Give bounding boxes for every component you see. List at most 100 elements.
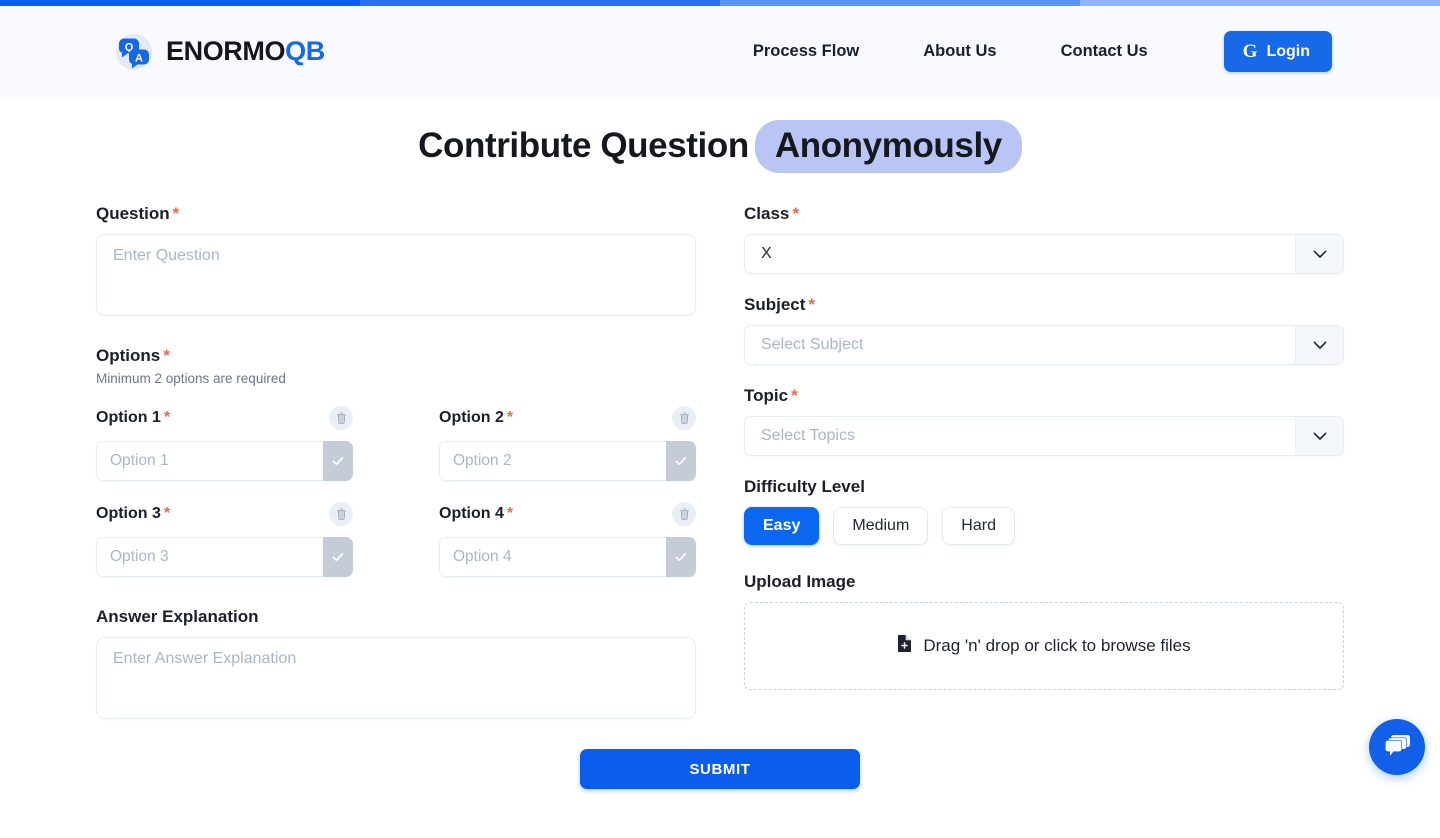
svg-text:A: A [135, 52, 143, 64]
option-3-label-text: Option 3 [96, 505, 161, 522]
trash-icon [336, 412, 346, 424]
difficulty-level-group: Easy Medium Hard [744, 507, 1344, 545]
trash-icon [679, 412, 689, 424]
topic-select-value[interactable]: Select Topics [745, 417, 1295, 455]
question-label: Question * [96, 205, 696, 222]
difficulty-button-hard[interactable]: Hard [942, 507, 1015, 545]
option-2-delete-button[interactable] [672, 406, 696, 430]
subject-label: Subject * [744, 296, 1344, 313]
option-4-correct-toggle[interactable] [666, 537, 696, 577]
option-cell-3: Option 3 * [96, 502, 353, 577]
option-4-required-mark: * [506, 505, 514, 522]
option-2-label-text: Option 2 [439, 409, 504, 426]
option-1-correct-toggle[interactable] [323, 441, 353, 481]
option-2-input[interactable] [439, 441, 666, 481]
page-title-highlight: Anonymously [754, 120, 1022, 173]
login-button-label: Login [1266, 42, 1310, 60]
page-title-plain: Contribute Question [418, 126, 749, 165]
options-min-note: Minimum 2 options are required [96, 371, 286, 386]
check-icon [675, 457, 687, 466]
option-4-label-text: Option 4 [439, 505, 504, 522]
option-cell-2: Option 2 * [439, 406, 696, 481]
brand-wordmark: ENORMOQB [166, 38, 325, 65]
options-grid: Option 1 * Option 1 Option 2 * Option 2 … [96, 406, 696, 577]
options-section-label: Options * [96, 347, 696, 364]
topic-label-text: Topic [744, 386, 789, 405]
image-dropzone[interactable]: Drag 'n' drop or click to browse files [744, 602, 1344, 690]
option-4-label: Option 4 * [439, 505, 513, 523]
class-label: Class * [744, 205, 1344, 222]
form-column-right: Class * X Subject * Select Subject Topic * … [744, 205, 1344, 690]
submit-button[interactable]: SUBMIT [580, 749, 860, 789]
option-1-label: Option 1 * [96, 409, 170, 427]
login-button[interactable]: G Login [1223, 31, 1332, 72]
file-add-icon [897, 634, 912, 658]
option-2-input-group [439, 441, 696, 481]
class-required-mark: * [792, 204, 799, 223]
difficulty-button-medium[interactable]: Medium [833, 507, 929, 545]
form-column-left: Question* Options* Minimum 2 options are… [96, 205, 696, 724]
question-input[interactable] [96, 234, 696, 316]
option-3-input-group [96, 537, 353, 577]
class-select-caret[interactable] [1295, 235, 1343, 273]
brand-name-accent: QB [285, 36, 325, 66]
chevron-down-icon [1313, 250, 1326, 258]
option-1-label-text: Option 1 [96, 409, 161, 426]
option-3-label: Option 3 * [96, 505, 170, 523]
topic-label: Topic * [744, 387, 1344, 404]
dropzone-text: Drag 'n' drop or click to browse files [923, 636, 1191, 655]
page-title: Contribute Question Anonymously [0, 120, 1440, 173]
topic-select[interactable]: Select Topics [744, 416, 1344, 456]
chevron-down-icon [1313, 341, 1326, 349]
topic-select-caret[interactable] [1295, 417, 1343, 455]
class-label-text: Class [744, 204, 790, 223]
option-3-header: Option 3 * [96, 502, 353, 526]
option-1-delete-button[interactable] [329, 406, 353, 430]
option-cell-1: Option 1 * [96, 406, 353, 481]
check-icon [332, 553, 344, 562]
subject-select-caret[interactable] [1295, 326, 1343, 364]
option-1-input[interactable] [96, 441, 323, 481]
option-3-correct-toggle[interactable] [323, 537, 353, 577]
difficulty-button-easy[interactable]: Easy [744, 507, 820, 545]
class-select-value[interactable]: X [745, 235, 1295, 273]
nav-link-about-us[interactable]: About Us [891, 42, 1028, 61]
google-g-icon: G [1242, 41, 1258, 62]
subject-select-value[interactable]: Select Subject [745, 326, 1295, 364]
option-2-label: Option 2 * [439, 409, 513, 427]
site-header: Q A ENORMOQB Process Flow About Us Conta… [0, 6, 1440, 97]
chat-bubbles-icon [1385, 735, 1410, 756]
option-4-input[interactable] [439, 537, 666, 577]
check-icon [332, 457, 344, 466]
class-select[interactable]: X [744, 234, 1344, 274]
qa-speech-bubbles-icon: Q A [112, 30, 156, 74]
option-4-delete-button[interactable] [672, 502, 696, 526]
options-required-mark: * [163, 346, 170, 365]
brand-logo[interactable]: Q A ENORMOQB [112, 30, 325, 74]
question-label-text: Question [96, 204, 170, 223]
subject-required-mark: * [808, 295, 816, 314]
option-3-input[interactable] [96, 537, 323, 577]
option-2-correct-toggle[interactable] [666, 441, 696, 481]
option-3-delete-button[interactable] [329, 502, 353, 526]
subject-label-text: Subject [744, 295, 806, 314]
check-icon [675, 553, 687, 562]
brand-name-primary: ENORMO [166, 36, 286, 66]
option-1-input-group [96, 441, 353, 481]
option-3-required-mark: * [163, 505, 171, 522]
question-required-mark: * [172, 204, 180, 223]
chat-widget-button[interactable] [1369, 719, 1425, 775]
contribute-question-form: Question* Options* Minimum 2 options are… [0, 205, 1440, 725]
answer-explanation-label: Answer Explanation [96, 607, 259, 626]
nav-link-contact-us[interactable]: Contact Us [1029, 42, 1180, 61]
trash-icon [679, 508, 689, 520]
option-2-header: Option 2 * [439, 406, 696, 430]
upload-image-label: Upload Image [744, 572, 856, 591]
topic-required-mark: * [791, 386, 798, 405]
option-2-required-mark: * [506, 409, 514, 426]
nav-link-process-flow[interactable]: Process Flow [721, 42, 891, 61]
answer-explanation-input[interactable] [96, 637, 696, 719]
chevron-down-icon [1313, 432, 1326, 440]
subject-select[interactable]: Select Subject [744, 325, 1344, 365]
option-4-header: Option 4 * [439, 502, 696, 526]
